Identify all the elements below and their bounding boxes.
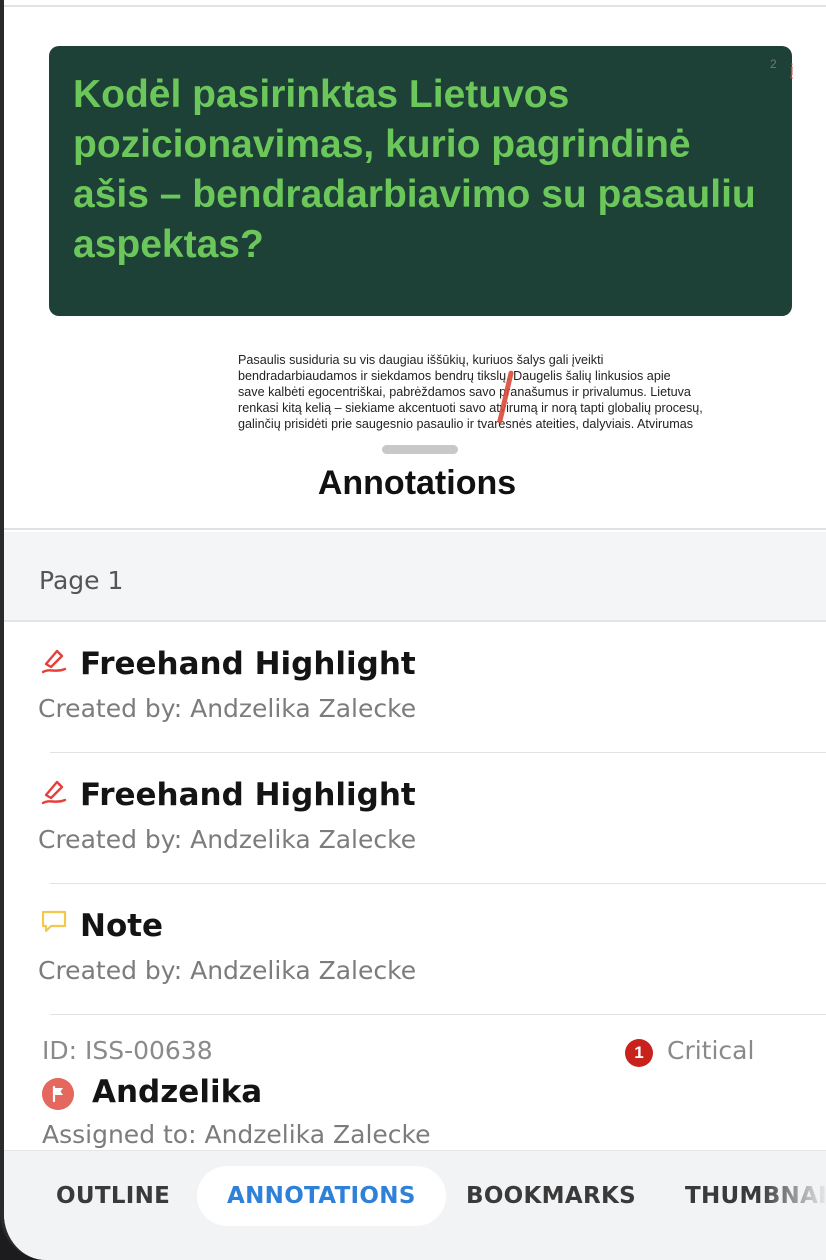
document-paragraph: Pasaulis susiduria su vis daugiau iššūki…	[238, 352, 798, 440]
issue-item[interactable]: ID: ISS-00638 1 Critical Andzelika Assig…	[4, 1016, 826, 1156]
tab-bookmarks[interactable]: BOOKMARKS	[466, 1166, 636, 1226]
paragraph-line: galinčių prisidėti prie saugesnio pasaul…	[238, 417, 693, 431]
paragraph-line: save kalbėti egocentriškai, pabrėždamos …	[238, 385, 691, 399]
severity-badge: 1	[625, 1039, 653, 1067]
annotation-title: Freehand Highlight	[80, 777, 416, 813]
tab-annotations[interactable]: ANNOTATIONS	[197, 1166, 446, 1226]
sheet-drag-handle[interactable]	[382, 445, 458, 454]
bottom-tab-bar: OUTLINE ANNOTATIONS BOOKMARKS THUMBNAILS	[4, 1150, 826, 1260]
slide-card: Kodėl pasirinktas Lietuvos pozicionavima…	[49, 46, 792, 316]
annotations-sheet-header: Annotations	[4, 440, 826, 530]
annotation-author: Created by: Andzelika Zalecke	[38, 825, 417, 854]
annotation-author: Created by: Andzelika Zalecke	[38, 956, 417, 985]
annotation-title: Note	[80, 908, 164, 944]
freehand-highlight-icon	[41, 780, 67, 805]
annotation-title: Freehand Highlight	[80, 646, 416, 682]
app-screen: Kodėl pasirinktas Lietuvos pozicionavima…	[0, 0, 826, 1260]
annotation-mark: į	[790, 62, 794, 79]
issue-id: ID: ISS-00638	[42, 1036, 213, 1065]
slide-title: Kodėl pasirinktas Lietuvos pozicionavima…	[73, 73, 756, 266]
issue-assignee: Assigned to: Andzelika Zalecke	[42, 1120, 431, 1149]
document-preview[interactable]: Kodėl pasirinktas Lietuvos pozicionavima…	[4, 0, 826, 450]
annotation-item[interactable]: Freehand Highlight Created by: Andzelika…	[4, 753, 826, 884]
tab-overflow-fade	[760, 1151, 826, 1260]
paragraph-line: Pasaulis susiduria su vis daugiau iššūki…	[238, 353, 604, 367]
paragraph-line: bendradarbiaudamos ir siekdamos bendrų t…	[238, 369, 671, 383]
tab-outline[interactable]: OUTLINE	[56, 1166, 170, 1226]
section-header: Page 1	[4, 532, 826, 622]
issue-name: Andzelika	[92, 1074, 263, 1110]
annotation-item[interactable]: Note Created by: Andzelika Zalecke	[4, 884, 826, 1015]
severity-label: Critical	[667, 1036, 755, 1065]
sheet-title: Annotations	[317, 464, 517, 502]
divider	[50, 1014, 826, 1015]
annotation-item[interactable]: Freehand Highlight Created by: Andzelika…	[4, 622, 826, 753]
page-number: 2	[770, 57, 777, 71]
section-label: Page 1	[39, 566, 124, 595]
flag-icon	[42, 1078, 74, 1110]
paragraph-line: renkasi kitą kelią – siekiame akcentuoti…	[238, 401, 703, 415]
note-comment-icon	[41, 910, 67, 933]
freehand-highlight-icon	[41, 649, 67, 674]
annotation-author: Created by: Andzelika Zalecke	[38, 694, 417, 723]
divider	[4, 5, 826, 7]
